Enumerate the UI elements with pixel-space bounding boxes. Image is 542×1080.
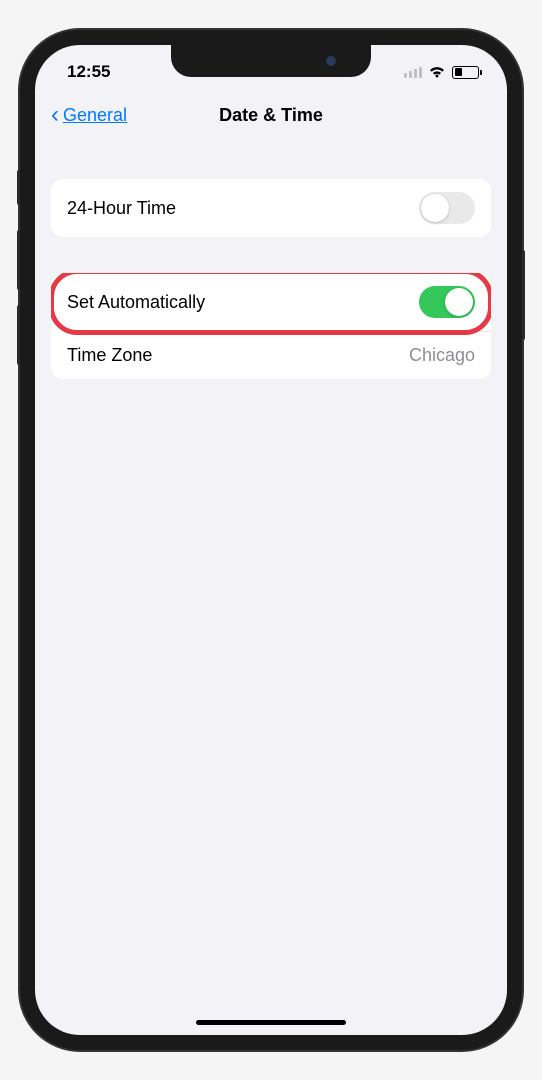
toggle-knob [421, 194, 449, 222]
toggle-knob [445, 288, 473, 316]
back-label: General [63, 105, 127, 126]
status-icons [404, 66, 479, 79]
volume-up-button [17, 230, 20, 290]
home-indicator[interactable] [196, 1020, 346, 1025]
power-button [522, 250, 525, 340]
row-label: Time Zone [67, 345, 152, 366]
settings-section-automatic: Set Automatically Time Zone Chicago [51, 273, 491, 379]
toggle-24-hour-time[interactable] [419, 192, 475, 224]
settings-section-time-format: 24-Hour Time [51, 179, 491, 237]
cellular-signal-icon [404, 67, 422, 78]
front-camera [326, 56, 336, 66]
chevron-left-icon: ‹ [51, 103, 59, 127]
volume-down-button [17, 305, 20, 365]
row-24-hour-time[interactable]: 24-Hour Time [51, 179, 491, 237]
phone-frame: 12:55 ‹ General [20, 30, 522, 1050]
row-time-zone[interactable]: Time Zone Chicago [51, 331, 491, 379]
battery-icon [452, 66, 479, 79]
phone-screen: 12:55 ‹ General [35, 45, 507, 1035]
settings-content: 24-Hour Time Set Automatically Time Zone [35, 143, 507, 379]
back-button[interactable]: ‹ General [51, 103, 127, 127]
status-time: 12:55 [67, 62, 110, 82]
row-label: Set Automatically [67, 292, 205, 313]
row-value: Chicago [409, 345, 475, 366]
toggle-set-automatically[interactable] [419, 286, 475, 318]
row-label: 24-Hour Time [67, 198, 176, 219]
page-title: Date & Time [219, 105, 323, 126]
mute-switch [17, 170, 20, 205]
row-set-automatically[interactable]: Set Automatically [51, 273, 491, 331]
notch [171, 45, 371, 77]
wifi-icon [428, 66, 446, 79]
navigation-bar: ‹ General Date & Time [35, 93, 507, 143]
